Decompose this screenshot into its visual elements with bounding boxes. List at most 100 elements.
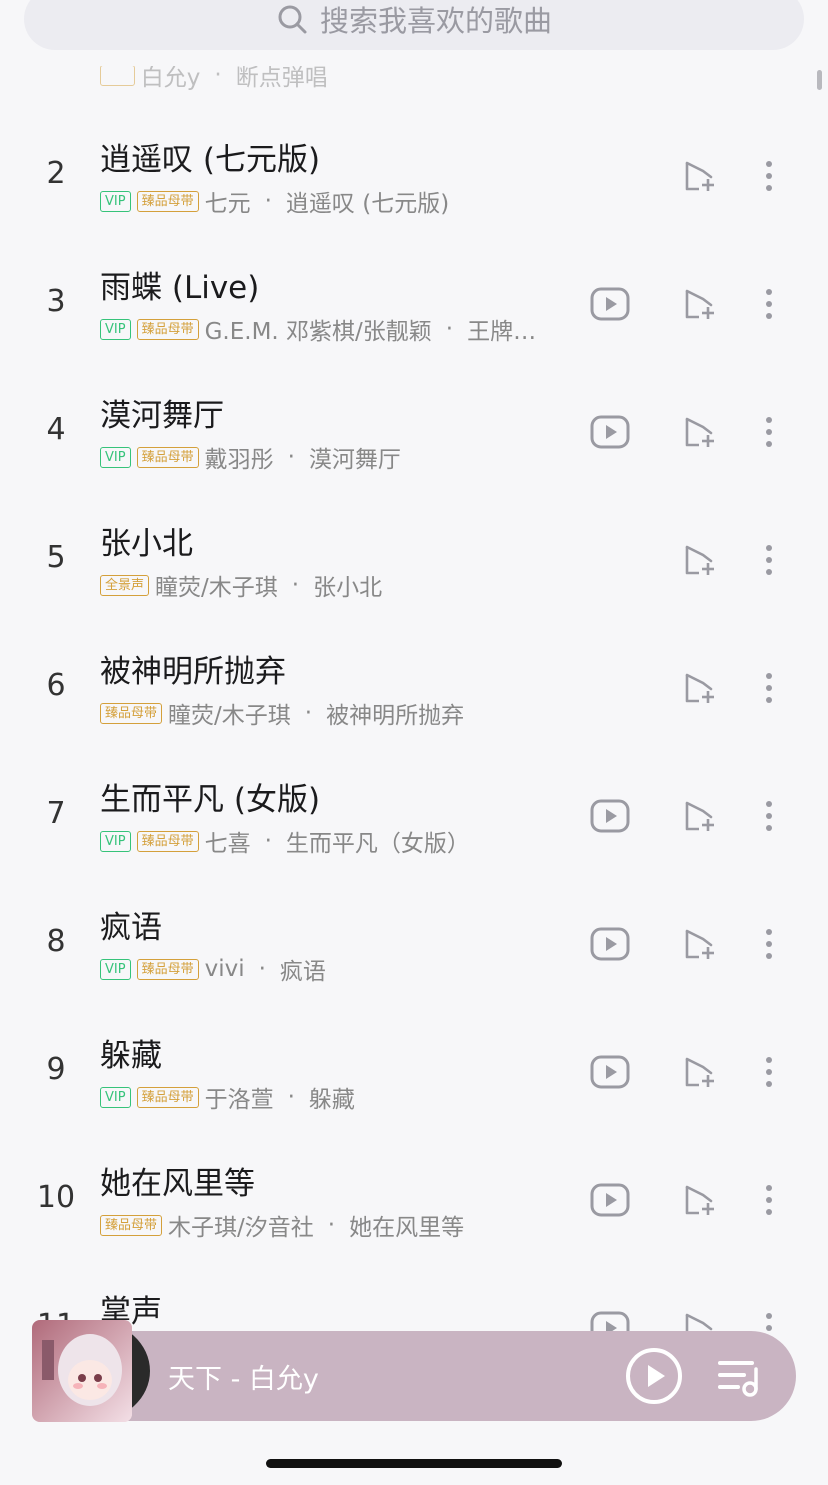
play-button[interactable] xyxy=(625,1347,683,1405)
song-row[interactable]: 5 张小北 全景声 瞳荧/木子琪 · 张小北 xyxy=(0,496,828,624)
mini-player[interactable]: 天下 - 白允y xyxy=(70,1331,796,1421)
song-meta: VIP 臻品母带 七元 · 逍遥叹 (七元版) xyxy=(100,184,449,218)
song-title: 雨蝶 (Live) xyxy=(100,270,260,306)
add-to-playlist-button[interactable] xyxy=(683,927,717,965)
search-icon xyxy=(278,5,307,34)
badge: VIP xyxy=(100,1086,131,1108)
badge: 臻品母带 xyxy=(136,446,199,468)
separator: · xyxy=(291,572,300,598)
song-row[interactable]: 8 疯语 VIP 臻品母带 vivi · 疯语 xyxy=(0,880,828,1008)
more-button[interactable] xyxy=(764,927,774,965)
song-rank: 9 xyxy=(46,1052,66,1087)
song-meta: VIP 臻品母带 七喜 · 生而平凡（女版） xyxy=(100,824,470,858)
badge: 臻品母带 xyxy=(100,1214,163,1236)
badge: 全景声 xyxy=(100,574,150,596)
add-to-playlist-button[interactable] xyxy=(683,799,717,837)
mv-button[interactable] xyxy=(590,927,630,965)
add-to-playlist-button[interactable] xyxy=(683,415,717,453)
song-artist: 瞳荧/木子琪 xyxy=(168,703,291,729)
partial-row[interactable]: 白允y · 断点弹唱 xyxy=(100,65,328,92)
add-to-playlist-button[interactable] xyxy=(683,543,717,581)
more-button[interactable] xyxy=(764,287,774,325)
separator: · xyxy=(327,1212,336,1238)
add-to-playlist-button[interactable] xyxy=(683,287,717,325)
song-row[interactable]: 10 她在风里等 臻品母带 木子琪/汐音社 · 她在风里等 xyxy=(0,1136,828,1264)
separator: · xyxy=(304,700,313,726)
song-row[interactable]: 3 雨蝶 (Live) VIP 臻品母带 G.E.M. 邓紫棋/张靓颖 · 王牌… xyxy=(0,240,828,368)
mv-button[interactable] xyxy=(590,1183,630,1221)
add-to-playlist-button[interactable] xyxy=(683,1055,717,1093)
add-to-playlist-button[interactable] xyxy=(683,1183,717,1221)
more-button[interactable] xyxy=(764,415,774,453)
song-album: 王牌… xyxy=(467,319,537,345)
badge: 臻品母带 xyxy=(100,702,163,724)
more-button[interactable] xyxy=(764,1183,774,1221)
more-button[interactable] xyxy=(764,1055,774,1093)
badge: VIP xyxy=(100,958,131,980)
song-row[interactable]: 9 躲藏 VIP 臻品母带 于洛萱 · 躲藏 xyxy=(0,1008,828,1136)
more-icon xyxy=(764,927,774,965)
badge: VIP xyxy=(100,318,131,340)
now-playing-text: 天下 - 白允y xyxy=(168,1364,319,1395)
video-play-icon xyxy=(590,1183,630,1221)
badge: 臻品母带 xyxy=(136,1086,199,1108)
song-rank: 10 xyxy=(36,1180,76,1215)
add-to-playlist-button[interactable] xyxy=(683,671,717,709)
more-button[interactable] xyxy=(764,159,774,197)
add-playlist-icon xyxy=(683,799,717,837)
badge: 臻品母带 xyxy=(136,318,199,340)
song-album: 被神明所抛弃 xyxy=(326,703,465,729)
song-artist: vivi xyxy=(204,956,245,982)
song-title: 逍遥叹 (七元版) xyxy=(100,142,321,178)
song-row[interactable]: 7 生而平凡 (女版) VIP 臻品母带 七喜 · 生而平凡（女版） xyxy=(0,752,828,880)
add-to-playlist-button[interactable] xyxy=(683,159,717,197)
search-bar[interactable]: 搜索我喜欢的歌曲 xyxy=(24,0,804,50)
song-title: 漠河舞厅 xyxy=(100,398,224,434)
song-album: 逍遥叹 (七元版) xyxy=(285,191,450,217)
song-rank: 2 xyxy=(46,156,66,191)
more-button[interactable] xyxy=(764,543,774,581)
mv-button[interactable] xyxy=(590,415,630,453)
more-icon xyxy=(764,159,774,197)
add-playlist-icon xyxy=(683,415,717,453)
separator: · xyxy=(264,828,272,854)
song-meta: VIP 臻品母带 vivi · 疯语 xyxy=(100,952,326,986)
song-album: 疯语 xyxy=(279,959,326,985)
mv-button[interactable] xyxy=(590,287,630,325)
separator: · xyxy=(258,956,266,982)
song-meta: 臻品母带 瞳荧/木子琪 · 被神明所抛弃 xyxy=(100,696,464,730)
song-row[interactable]: 6 被神明所抛弃 臻品母带 瞳荧/木子琪 · 被神明所抛弃 xyxy=(0,624,828,752)
song-album: 她在风里等 xyxy=(349,1215,465,1241)
badge: 臻品母带 xyxy=(136,958,199,980)
album-cover[interactable] xyxy=(32,1320,150,1422)
home-indicator xyxy=(266,1459,562,1468)
separator: · xyxy=(445,316,454,342)
song-artist: 白允y xyxy=(140,65,201,91)
song-row[interactable]: 4 漠河舞厅 VIP 臻品母带 戴羽彤 · 漠河舞厅 xyxy=(0,368,828,496)
song-row[interactable]: 2 逍遥叹 (七元版) VIP 臻品母带 七元 · 逍遥叹 (七元版) xyxy=(0,112,828,240)
playlist-button[interactable] xyxy=(716,1355,764,1399)
mv-button[interactable] xyxy=(590,1055,630,1093)
song-rank: 5 xyxy=(46,540,66,575)
song-artist: G.E.M. 邓紫棋/张靓颖 xyxy=(204,319,432,345)
song-artist: 瞳荧/木子琪 xyxy=(155,575,278,601)
mv-button[interactable] xyxy=(590,799,630,837)
add-playlist-icon xyxy=(683,1055,717,1093)
separator: · xyxy=(287,444,295,470)
video-play-icon xyxy=(590,287,630,325)
scrollbar[interactable] xyxy=(817,70,822,90)
song-artist: 戴羽彤 xyxy=(204,447,274,473)
badge xyxy=(100,66,135,86)
more-button[interactable] xyxy=(764,671,774,709)
video-play-icon xyxy=(590,799,630,837)
song-meta: VIP 臻品母带 于洛萱 · 躲藏 xyxy=(100,1080,355,1114)
song-album: 躲藏 xyxy=(308,1087,355,1113)
song-artist: 七喜 xyxy=(204,831,251,857)
song-meta: 臻品母带 木子琪/汐音社 · 她在风里等 xyxy=(100,1208,464,1242)
more-icon xyxy=(764,1055,774,1093)
add-playlist-icon xyxy=(683,1183,717,1221)
more-button[interactable] xyxy=(764,799,774,837)
song-rank: 4 xyxy=(46,412,66,447)
playlist-icon xyxy=(718,1361,758,1397)
song-title: 躲藏 xyxy=(100,1038,162,1074)
